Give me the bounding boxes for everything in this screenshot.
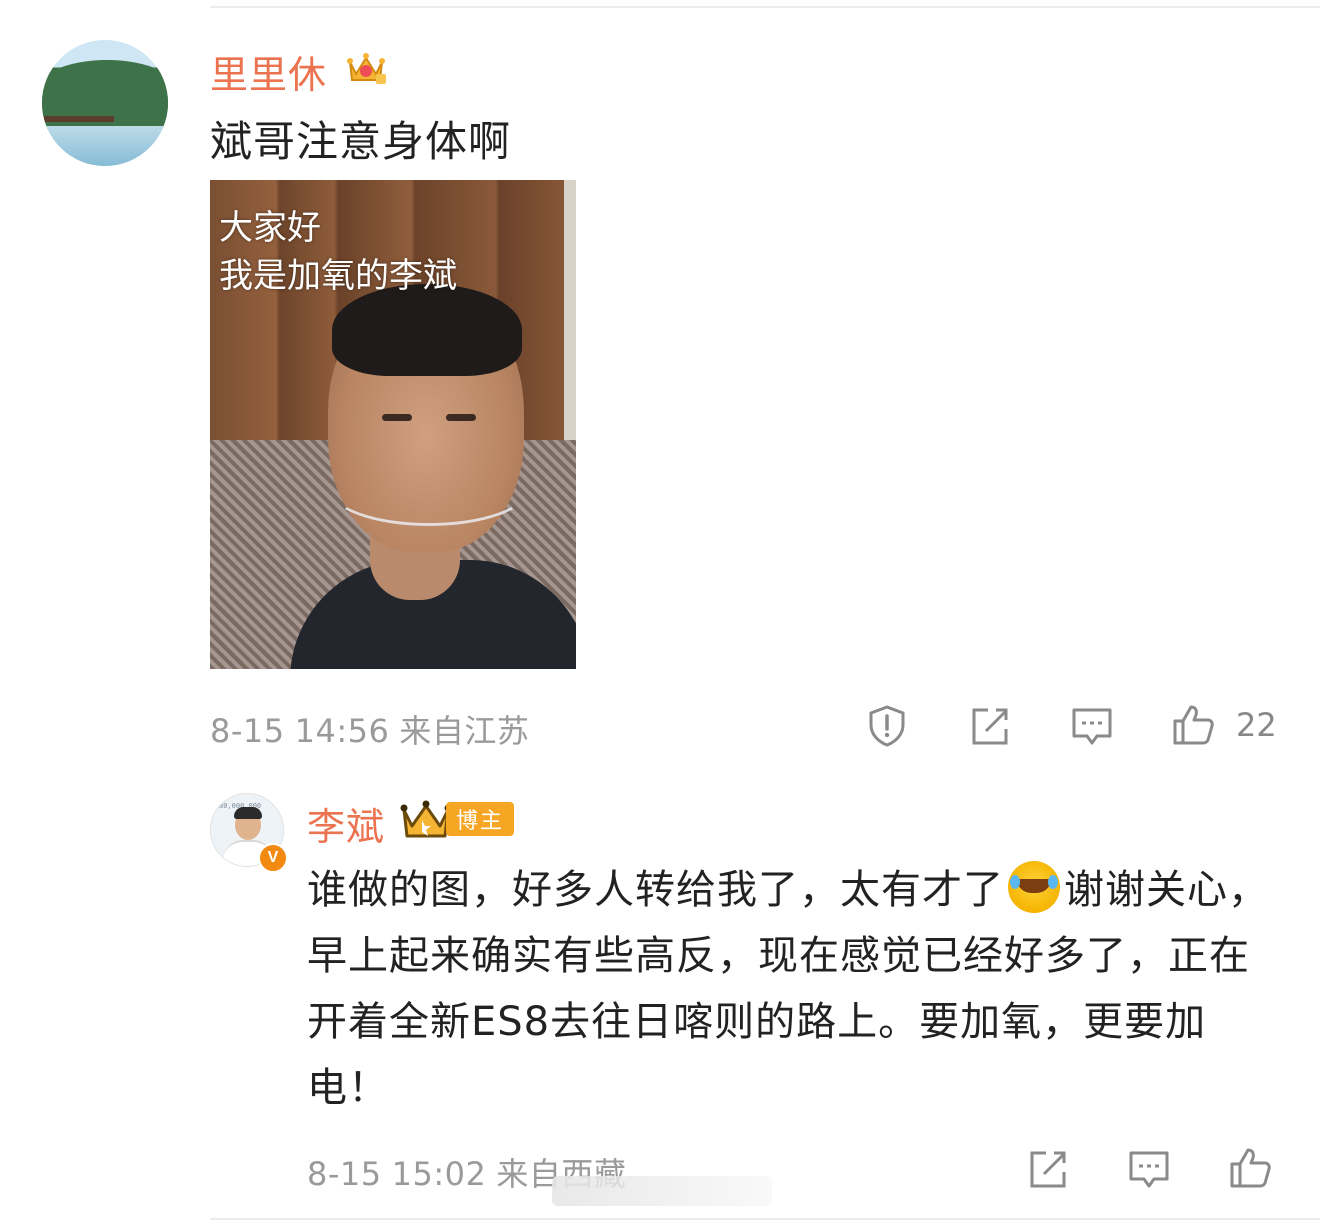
reply-date: 8-15 <box>307 1155 382 1193</box>
comment-time: 14:56 <box>294 712 390 750</box>
comment-image[interactable]: 大家好 我是加氧的李斌 <box>210 180 576 669</box>
image-caption-line-2: 我是加氧的李斌 <box>219 256 457 296</box>
divider-top <box>210 6 1320 8</box>
reply-text-part-1: 谁做的图，好多人转给我了，太有才了 <box>307 867 1004 913</box>
author-tag: 博主 <box>446 802 515 836</box>
username[interactable]: 里里休 <box>210 44 327 99</box>
comment-icon[interactable] <box>1126 1146 1172 1192</box>
verified-badge-icon: V <box>258 843 288 873</box>
like-count: 22 <box>1236 706 1277 744</box>
watermark <box>552 1176 772 1206</box>
comment-icon[interactable] <box>1069 703 1115 749</box>
vip-crown-icon <box>347 53 386 84</box>
reply-time: 15:02 <box>391 1155 487 1193</box>
comment-location: 来自江苏 <box>399 712 530 750</box>
avatar[interactable] <box>42 40 168 166</box>
comment-meta: 8-15 14:56 来自江苏 <box>210 706 539 752</box>
share-icon[interactable] <box>966 703 1012 749</box>
comment-date: 8-15 <box>210 712 285 750</box>
image-caption-line-1: 大家好 <box>219 208 321 248</box>
like-icon[interactable] <box>1170 701 1216 747</box>
reply-username[interactable]: 李斌 <box>307 796 385 851</box>
vip-crown-icon <box>400 800 452 838</box>
comment-text: 斌哥注意身体啊 <box>210 117 512 166</box>
laughing-crying-emoji-icon <box>1008 861 1060 913</box>
report-icon[interactable] <box>864 703 910 749</box>
reply-text: 谁做的图，好多人转给我了，太有才了 谢谢关心，早上起来确实有些高反，现在感觉已经好… <box>307 857 1282 1121</box>
like-icon[interactable] <box>1227 1144 1273 1190</box>
share-icon[interactable] <box>1024 1146 1070 1192</box>
divider-bottom <box>210 1218 1320 1220</box>
